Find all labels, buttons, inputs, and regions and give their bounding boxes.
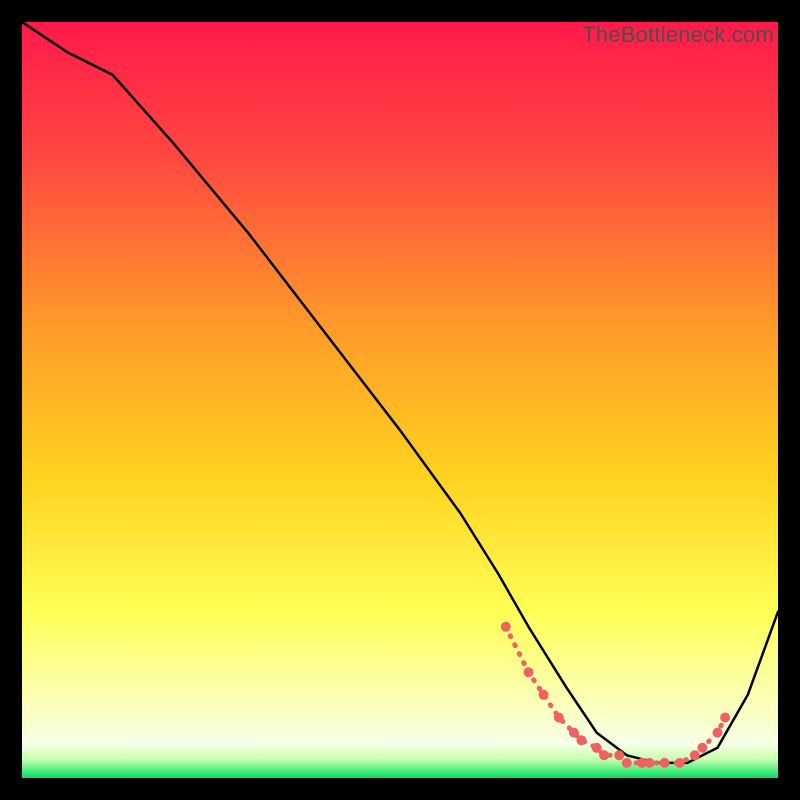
marker-dot	[720, 713, 730, 723]
watermark-label: TheBottleneck.com	[582, 22, 774, 48]
marker-dot	[539, 690, 549, 700]
marker-dot	[645, 758, 655, 768]
bottleneck-chart	[22, 22, 778, 778]
marker-dot	[592, 743, 602, 753]
gradient-background	[22, 22, 778, 778]
marker-dot	[524, 667, 534, 677]
marker-dot	[569, 728, 579, 738]
marker-dot	[576, 735, 586, 745]
marker-dot	[660, 758, 670, 768]
marker-dot	[622, 758, 632, 768]
marker-dot	[675, 758, 685, 768]
marker-dot	[501, 622, 511, 632]
marker-dot	[599, 750, 609, 760]
chart-frame: TheBottleneck.com	[22, 22, 778, 778]
marker-dot	[614, 750, 624, 760]
marker-dot	[697, 743, 707, 753]
marker-dot	[690, 750, 700, 760]
marker-dot	[554, 713, 564, 723]
marker-dot	[713, 728, 723, 738]
